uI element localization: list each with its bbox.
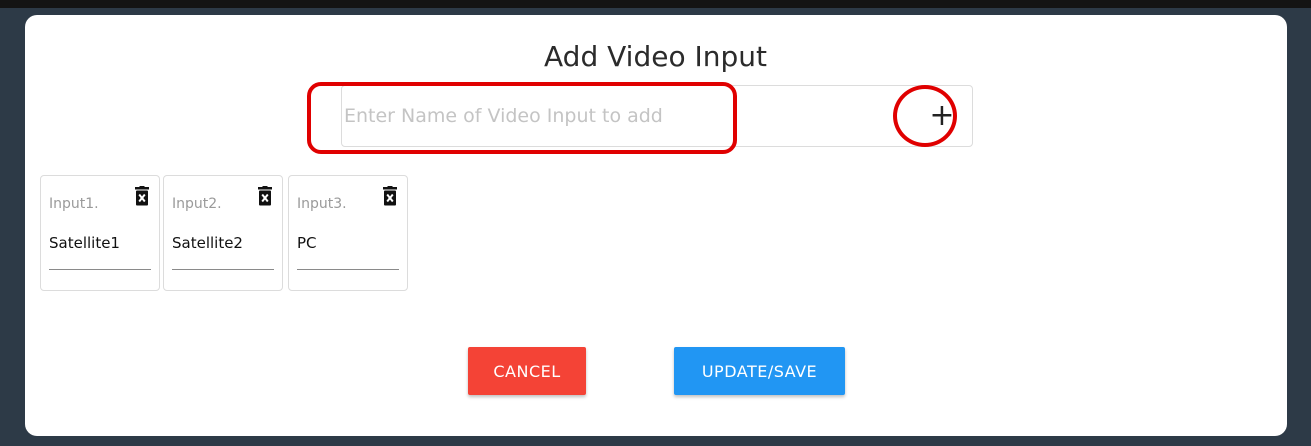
input-value[interactable]: PC [297,234,317,252]
dialog-title: Add Video Input [544,40,767,73]
input-label: Input3. [297,196,347,212]
update-save-button[interactable]: UPDATE/SAVE [674,347,845,395]
video-input-card: Input1. Satellite1 [40,175,160,291]
trash-icon[interactable] [258,186,272,206]
input-value[interactable]: Satellite2 [172,234,243,252]
trash-icon[interactable] [135,186,149,206]
trash-icon[interactable] [383,186,397,206]
add-video-input-dialog: Add Video Input + Input1. Satellite1 Inp… [25,15,1287,436]
input-underline [49,269,151,270]
video-input-card: Input2. Satellite2 [163,175,283,291]
input-underline [172,269,274,270]
input-underline [297,269,399,270]
add-input-row: + [341,85,973,147]
video-input-name-field[interactable] [342,86,882,146]
video-input-card: Input3. PC [288,175,408,291]
input-label: Input1. [49,196,99,212]
input-label: Input2. [172,196,222,212]
top-strip [0,0,1311,8]
add-input-button[interactable]: + [924,98,960,134]
input-value[interactable]: Satellite1 [49,234,120,252]
plus-icon: + [929,98,955,133]
cancel-button[interactable]: CANCEL [468,347,586,395]
